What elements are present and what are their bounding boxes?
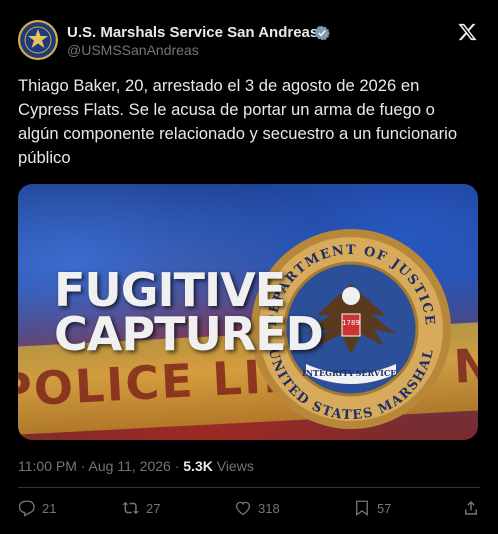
author-name[interactable]: U.S. Marshals Service San Andreas — [67, 24, 318, 41]
x-logo-icon[interactable] — [457, 22, 478, 42]
repost-icon — [122, 501, 139, 515]
author-handle[interactable]: @USMSSanAndreas — [67, 42, 199, 58]
tweet-time[interactable]: 11:00 PM · Aug 11, 2026 · — [18, 458, 183, 474]
repost-button[interactable]: 27 — [122, 497, 160, 519]
bookmark-button[interactable]: 57 — [353, 497, 391, 519]
tweet-image[interactable]: POLICE LINE DO NOT CROSS DEPARTMENT OF J… — [18, 184, 478, 440]
seal-ribbon-left: INTEGRITY — [302, 368, 354, 378]
reply-count: 21 — [42, 500, 57, 516]
seal-ribbon-right: SERVICE — [356, 368, 397, 378]
usms-logo-icon[interactable] — [18, 20, 58, 60]
views-count: 5.3K — [183, 458, 213, 474]
like-count: 318 — [258, 500, 280, 516]
repost-count: 27 — [146, 500, 161, 516]
tweet-text: Thiago Baker, 20, arrestado el 3 de agos… — [18, 76, 458, 167]
reply-icon — [18, 500, 35, 517]
headline-line1: FUGITIVE — [54, 263, 286, 317]
action-bar: 21 27 318 57 — [18, 497, 480, 519]
bookmark-icon — [356, 500, 368, 517]
reply-button[interactable]: 21 — [18, 497, 56, 519]
share-icon — [465, 500, 477, 515]
views-label: Views — [212, 458, 254, 474]
bookmark-count: 57 — [377, 500, 392, 516]
headline-line2: CAPTURED — [54, 307, 324, 361]
like-icon — [235, 501, 251, 516]
share-button[interactable] — [462, 497, 480, 519]
tweet-meta: 11:00 PM · Aug 11, 2026 · 5.3K Views — [18, 458, 254, 474]
like-button[interactable]: 318 — [234, 497, 280, 519]
verified-badge-icon — [314, 25, 330, 41]
tweet: U.S. Marshals Service San Andreas @USMSS… — [0, 0, 498, 534]
headline: FUGITIVE CAPTURED — [54, 263, 324, 361]
seal-year: 1789 — [342, 319, 360, 327]
divider — [18, 487, 480, 488]
